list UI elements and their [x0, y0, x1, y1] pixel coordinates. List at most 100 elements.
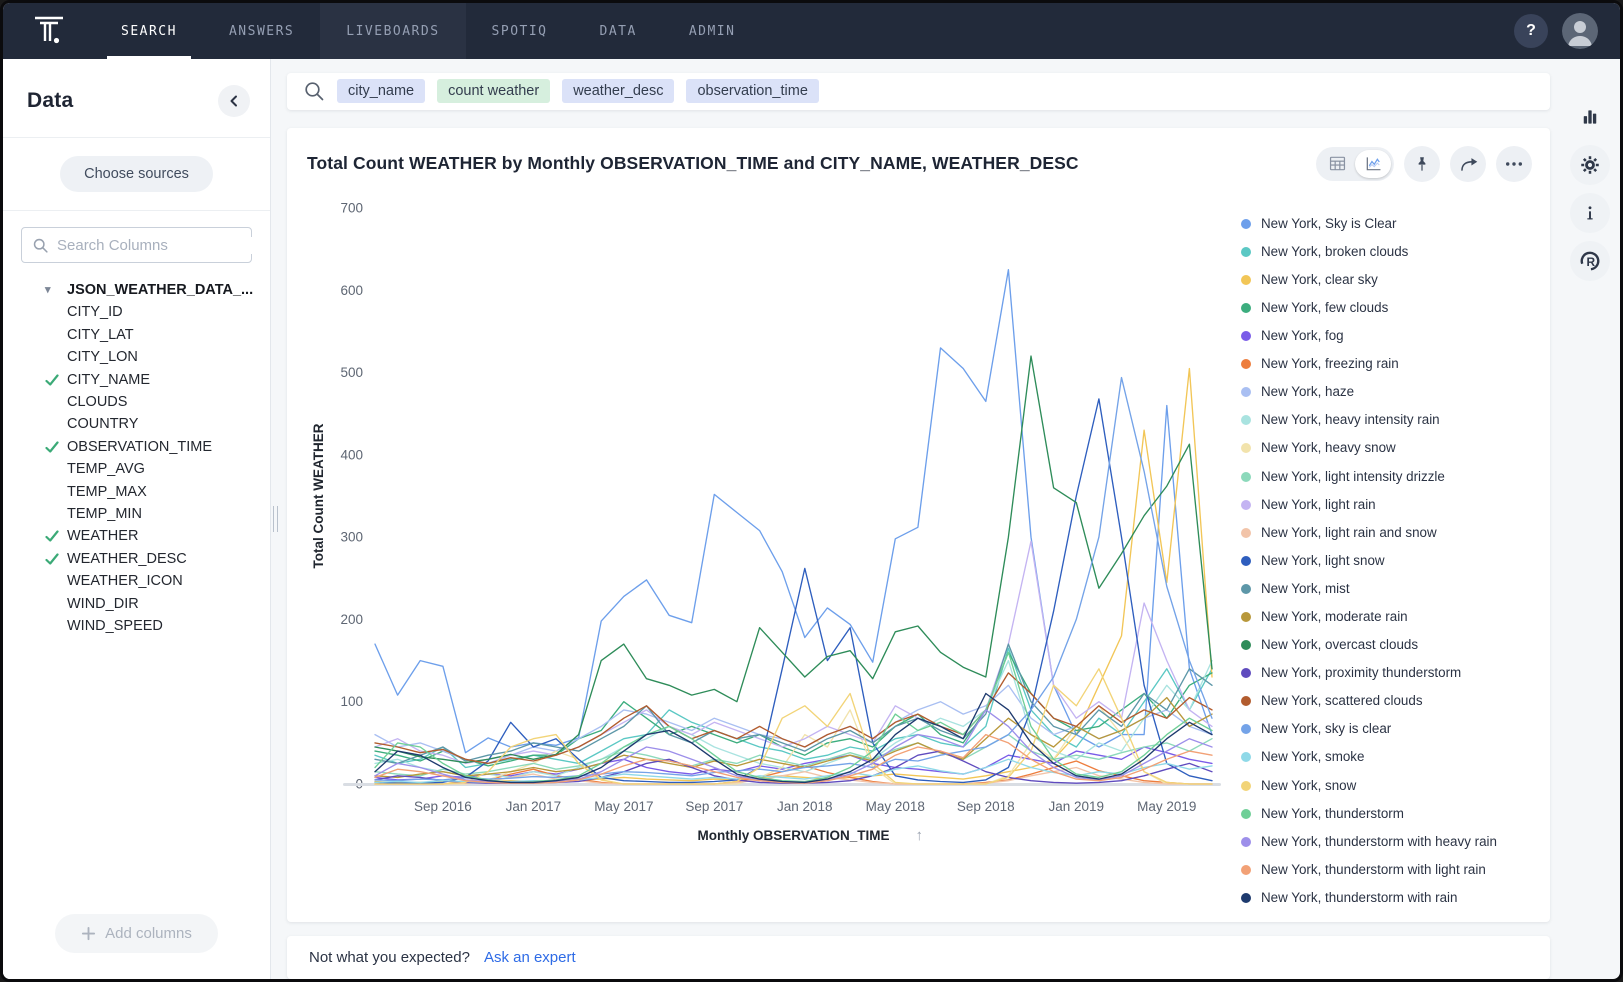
legend-item[interactable]: New York, snow: [1241, 778, 1512, 794]
chevron-left-icon[interactable]: [218, 85, 250, 117]
column-item[interactable]: COUNTRY: [3, 413, 270, 435]
check-icon: [45, 552, 59, 566]
legend-item[interactable]: New York, light snow: [1241, 553, 1512, 569]
panel-resize-handle[interactable]: [271, 59, 279, 979]
column-item[interactable]: CITY_LON: [3, 346, 270, 368]
choose-sources-button[interactable]: Choose sources: [60, 156, 213, 192]
search-token[interactable]: observation_time: [686, 79, 818, 103]
column-item[interactable]: TEMP_MIN: [3, 503, 270, 525]
series-line[interactable]: [375, 652, 1212, 766]
legend-item[interactable]: New York, thunderstorm with light rain: [1241, 862, 1512, 878]
column-item[interactable]: WIND_DIR: [3, 593, 270, 615]
legend-item[interactable]: New York, heavy snow: [1241, 440, 1512, 456]
legend-item[interactable]: New York, scattered clouds: [1241, 693, 1512, 709]
legend-label: New York, thunderstorm with heavy rain: [1261, 834, 1497, 850]
series-line[interactable]: [375, 377, 1212, 780]
column-item[interactable]: OBSERVATION_TIME: [3, 436, 270, 458]
column-item[interactable]: CLOUDS: [3, 391, 270, 413]
legend-item[interactable]: New York, heavy intensity rain: [1241, 412, 1512, 428]
legend-item[interactable]: New York, moderate rain: [1241, 609, 1512, 625]
chart-view-icon[interactable]: [1355, 150, 1391, 178]
legend-item[interactable]: New York, broken clouds: [1241, 244, 1512, 260]
column-item[interactable]: CITY_NAME: [3, 369, 270, 391]
legend-item[interactable]: New York, smoke: [1241, 749, 1512, 765]
column-item[interactable]: WEATHER_DESC: [3, 548, 270, 570]
legend-item[interactable]: New York, light rain: [1241, 497, 1512, 513]
help-icon[interactable]: ?: [1514, 14, 1548, 48]
table-node[interactable]: ▾JSON_WEATHER_DATA_...: [3, 279, 270, 301]
legend-item[interactable]: New York, proximity thunderstorm: [1241, 665, 1512, 681]
legend-item[interactable]: New York, fog: [1241, 328, 1512, 344]
legend-dot-icon: [1241, 837, 1251, 847]
series-line[interactable]: [375, 541, 1212, 763]
chart-type-icon[interactable]: [1570, 97, 1610, 137]
column-item[interactable]: CITY_ID: [3, 301, 270, 323]
nav-item-search[interactable]: SEARCH: [95, 3, 203, 59]
series-line[interactable]: [375, 399, 1212, 783]
search-bar[interactable]: city_name count weather weather_desc observ…: [287, 73, 1550, 110]
right-rail: R: [1560, 59, 1620, 979]
search-token[interactable]: weather_desc: [562, 79, 674, 103]
legend-item[interactable]: New York, thunderstorm with rain: [1241, 890, 1512, 906]
y-tick-label: 600: [340, 282, 363, 297]
nav-item-answers[interactable]: ANSWERS: [203, 3, 320, 59]
view-toggle: [1316, 147, 1394, 181]
search-token[interactable]: count weather: [437, 79, 550, 103]
nav-item-spotiq[interactable]: SPOTIQ: [466, 3, 574, 59]
legend-item[interactable]: New York, sky is clear: [1241, 721, 1512, 737]
nav-item-admin[interactable]: ADMIN: [663, 3, 762, 59]
legend-dot-icon: [1241, 387, 1251, 397]
column-item[interactable]: TEMP_AVG: [3, 458, 270, 480]
nav-item-liveboards[interactable]: LIVEBOARDS: [320, 3, 465, 59]
ask-expert-link[interactable]: Ask an expert: [484, 949, 576, 966]
legend-label: New York, broken clouds: [1261, 244, 1408, 260]
legend-item[interactable]: New York, thunderstorm with heavy rain: [1241, 834, 1512, 850]
sort-arrow-icon[interactable]: ↑: [916, 827, 924, 844]
series-line[interactable]: [375, 673, 1212, 764]
table-view-icon[interactable]: [1319, 150, 1355, 178]
legend-item[interactable]: New York, overcast clouds: [1241, 637, 1512, 653]
legend-item[interactable]: New York, freezing rain: [1241, 356, 1512, 372]
legend-item[interactable]: New York, light rain and snow: [1241, 525, 1512, 541]
series-line[interactable]: [375, 648, 1212, 767]
info-icon[interactable]: [1570, 193, 1610, 233]
settings-gear-icon[interactable]: [1570, 145, 1610, 185]
legend-dot-icon: [1241, 331, 1251, 341]
legend-dot-icon: [1241, 528, 1251, 538]
x-tick-label: Jan 2017: [506, 799, 562, 814]
legend-label: New York, scattered clouds: [1261, 693, 1423, 709]
legend-item[interactable]: New York, few clouds: [1241, 300, 1512, 316]
legend-item[interactable]: New York, clear sky: [1241, 272, 1512, 288]
series-line[interactable]: [375, 269, 1212, 752]
add-columns-button[interactable]: Add columns: [55, 914, 218, 953]
x-axis-title[interactable]: Monthly OBSERVATION_TIME: [697, 828, 889, 843]
column-item[interactable]: TEMP_MAX: [3, 481, 270, 503]
column-item[interactable]: WEATHER_ICON: [3, 570, 270, 592]
search-columns-input[interactable]: [57, 237, 256, 254]
thoughtspot-logo-icon[interactable]: [3, 3, 95, 59]
series-line[interactable]: [375, 368, 1212, 782]
column-item[interactable]: WIND_SPEED: [3, 615, 270, 637]
legend-dot-icon: [1241, 415, 1251, 425]
legend-label: New York, fog: [1261, 328, 1344, 344]
series-line[interactable]: [375, 644, 1212, 763]
column-item[interactable]: CITY_LAT: [3, 324, 270, 346]
r-analysis-icon[interactable]: R: [1570, 241, 1610, 281]
column-item[interactable]: WEATHER: [3, 525, 270, 547]
pin-icon[interactable]: [1404, 146, 1440, 182]
y-axis-title: Total Count WEATHER: [311, 423, 326, 568]
legend-item[interactable]: New York, thunderstorm: [1241, 806, 1512, 822]
share-icon[interactable]: [1450, 146, 1486, 182]
legend-dot-icon: [1241, 303, 1251, 313]
more-icon[interactable]: [1496, 146, 1532, 182]
user-avatar[interactable]: [1562, 13, 1598, 49]
legend-item[interactable]: New York, light intensity drizzle: [1241, 469, 1512, 485]
legend-item[interactable]: New York, Sky is Clear: [1241, 216, 1512, 232]
top-nav: SEARCHANSWERSLIVEBOARDSSPOTIQDATAADMIN ?: [3, 3, 1620, 59]
data-panel-title: Data: [27, 89, 73, 113]
legend-item[interactable]: New York, haze: [1241, 384, 1512, 400]
nav-item-data[interactable]: DATA: [574, 3, 663, 59]
search-token[interactable]: city_name: [337, 79, 425, 103]
legend-item[interactable]: New York, mist: [1241, 581, 1512, 597]
series-line[interactable]: [375, 356, 1212, 762]
